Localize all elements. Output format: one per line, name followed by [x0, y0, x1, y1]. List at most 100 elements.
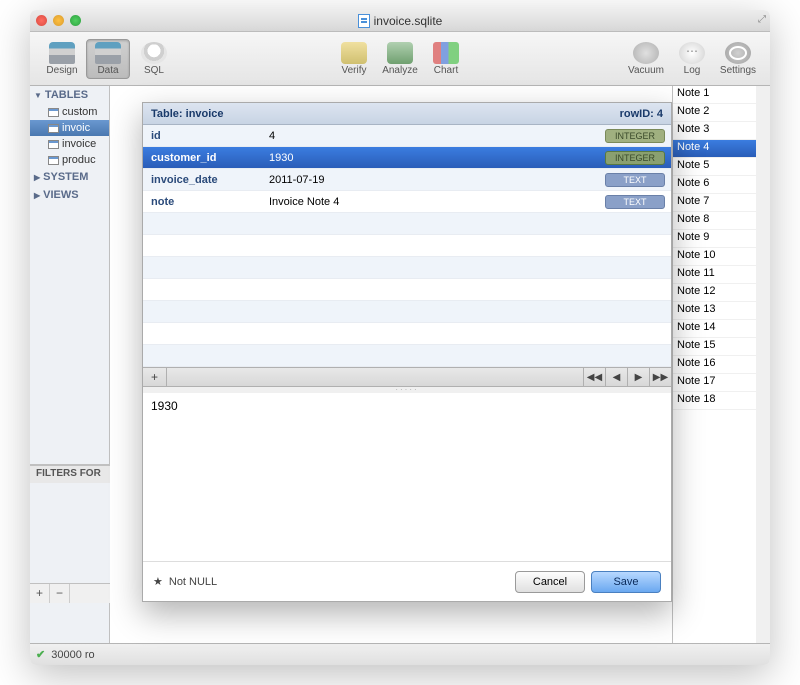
table-icon	[48, 156, 59, 165]
toolbar-vacuum-button[interactable]: Vacuum	[624, 39, 668, 79]
status-text: 30000 ro	[51, 649, 94, 661]
scrollbar[interactable]	[756, 86, 770, 643]
main-toolbar: Design Data SQL Verify Analyze Chart Vac…	[30, 32, 770, 86]
data-icon	[95, 42, 121, 64]
dialog-title: Table: invoice	[151, 108, 224, 120]
note-cell[interactable]: Note 10	[673, 248, 756, 266]
filters-header: FILTERS FOR	[30, 465, 110, 483]
toolbar-verify-button[interactable]: Verify	[332, 39, 376, 79]
dialog-rowid: rowID: 4	[620, 108, 663, 120]
table-icon	[48, 108, 59, 117]
window-minimize-button[interactable]	[53, 15, 64, 26]
status-bar: ✔ 30000 ro	[30, 643, 770, 665]
dialog-footer: ★ Not NULL Cancel Save	[143, 561, 671, 601]
column-value: 1930	[263, 152, 605, 164]
document-icon	[358, 14, 370, 28]
disclosure-down-icon: ▼	[34, 91, 42, 100]
disclosure-right-icon: ▶	[34, 173, 40, 182]
note-cell[interactable]: Note 6	[673, 176, 756, 194]
toolbar-sql-button[interactable]: SQL	[132, 39, 176, 79]
toolbar-settings-button[interactable]: Settings	[716, 39, 760, 79]
sidebar-section-views[interactable]: ▶VIEWS	[30, 186, 109, 204]
column-name: note	[143, 196, 263, 208]
note-cell[interactable]: Note 9	[673, 230, 756, 248]
row-editor-dialog: Table: invoice rowID: 4 id4INTEGERcustom…	[142, 102, 672, 602]
column-row[interactable]: customer_id1930INTEGER	[143, 147, 671, 169]
column-value: 2011-07-19	[263, 174, 605, 186]
sidebar-section-tables[interactable]: ▼TABLES	[30, 86, 109, 104]
note-cell[interactable]: Note 3	[673, 122, 756, 140]
toolbar-design-button[interactable]: Design	[40, 39, 84, 79]
column-row[interactable]: noteInvoice Note 4TEXT	[143, 191, 671, 213]
expand-icon[interactable]: ⤢	[758, 14, 766, 25]
note-column: Note 1Note 2Note 3Note 4Note 5Note 6Note…	[672, 86, 756, 643]
design-icon	[49, 42, 75, 64]
column-name: customer_id	[143, 152, 263, 164]
window-titlebar: invoice.sqlite ⤢	[30, 10, 770, 32]
note-cell[interactable]: Note 16	[673, 356, 756, 374]
vacuum-icon	[633, 42, 659, 64]
table-icon	[48, 124, 59, 133]
note-cell[interactable]: Note 7	[673, 194, 756, 212]
toolbar-log-button[interactable]: Log	[670, 39, 714, 79]
sidebar: ▼TABLES custom invoic invoice produc ▶SY…	[30, 86, 110, 643]
column-type-badge: INTEGER	[605, 151, 665, 165]
window-zoom-button[interactable]	[70, 15, 81, 26]
note-cell[interactable]: Note 1	[673, 86, 756, 104]
column-type-badge: INTEGER	[605, 129, 665, 143]
window-close-button[interactable]	[36, 15, 47, 26]
column-row[interactable]: id4INTEGER	[143, 125, 671, 147]
column-value: Invoice Note 4	[263, 196, 605, 208]
sidebar-item-invoice2[interactable]: invoice	[30, 136, 109, 152]
dialog-header: Table: invoice rowID: 4	[143, 103, 671, 125]
sidebar-remove-button[interactable]: −	[50, 584, 70, 603]
disclosure-right-icon: ▶	[34, 191, 40, 200]
dialog-row-toolbar: + ◀◀ ◀ ▶ ▶▶	[143, 367, 671, 387]
notnull-star-icon: ★	[153, 575, 163, 588]
sidebar-section-system[interactable]: ▶SYSTEM	[30, 168, 109, 186]
note-cell[interactable]: Note 17	[673, 374, 756, 392]
verify-icon	[341, 42, 367, 64]
toolbar-data-button[interactable]: Data	[86, 39, 130, 79]
note-cell[interactable]: Note 15	[673, 338, 756, 356]
column-row[interactable]: invoice_date2011-07-19TEXT	[143, 169, 671, 191]
sidebar-item-customers[interactable]: custom	[30, 104, 109, 120]
nav-next-button[interactable]: ▶	[627, 368, 649, 387]
note-cell[interactable]: Note 11	[673, 266, 756, 284]
note-cell[interactable]: Note 4	[673, 140, 756, 158]
note-cell[interactable]: Note 14	[673, 320, 756, 338]
status-check-icon: ✔	[36, 648, 45, 661]
analyze-icon	[387, 42, 413, 64]
column-name: id	[143, 130, 263, 142]
note-cell[interactable]: Note 13	[673, 302, 756, 320]
save-button[interactable]: Save	[591, 571, 661, 593]
chart-icon	[433, 42, 459, 64]
sidebar-item-invoice[interactable]: invoic	[30, 120, 109, 136]
notnull-label: Not NULL	[169, 576, 217, 588]
column-value: 4	[263, 130, 605, 142]
sql-icon	[141, 42, 167, 64]
dialog-column-list: id4INTEGERcustomer_id1930INTEGERinvoice_…	[143, 125, 671, 367]
value-editor-textarea[interactable]	[143, 393, 671, 561]
note-cell[interactable]: Note 18	[673, 392, 756, 410]
dialog-add-button[interactable]: +	[143, 368, 167, 387]
nav-first-button[interactable]: ◀◀	[583, 368, 605, 387]
sidebar-add-button[interactable]: +	[30, 584, 50, 603]
column-type-badge: TEXT	[605, 173, 665, 187]
column-name: invoice_date	[143, 174, 263, 186]
column-type-badge: TEXT	[605, 195, 665, 209]
note-cell[interactable]: Note 12	[673, 284, 756, 302]
table-icon	[48, 140, 59, 149]
log-icon	[679, 42, 705, 64]
window-title: invoice.sqlite	[374, 14, 443, 28]
toolbar-analyze-button[interactable]: Analyze	[378, 39, 422, 79]
note-cell[interactable]: Note 2	[673, 104, 756, 122]
cancel-button[interactable]: Cancel	[515, 571, 585, 593]
note-cell[interactable]: Note 5	[673, 158, 756, 176]
note-cell[interactable]: Note 8	[673, 212, 756, 230]
nav-prev-button[interactable]: ◀	[605, 368, 627, 387]
settings-icon	[725, 42, 751, 64]
toolbar-chart-button[interactable]: Chart	[424, 39, 468, 79]
sidebar-item-product[interactable]: produc	[30, 152, 109, 168]
nav-last-button[interactable]: ▶▶	[649, 368, 671, 387]
